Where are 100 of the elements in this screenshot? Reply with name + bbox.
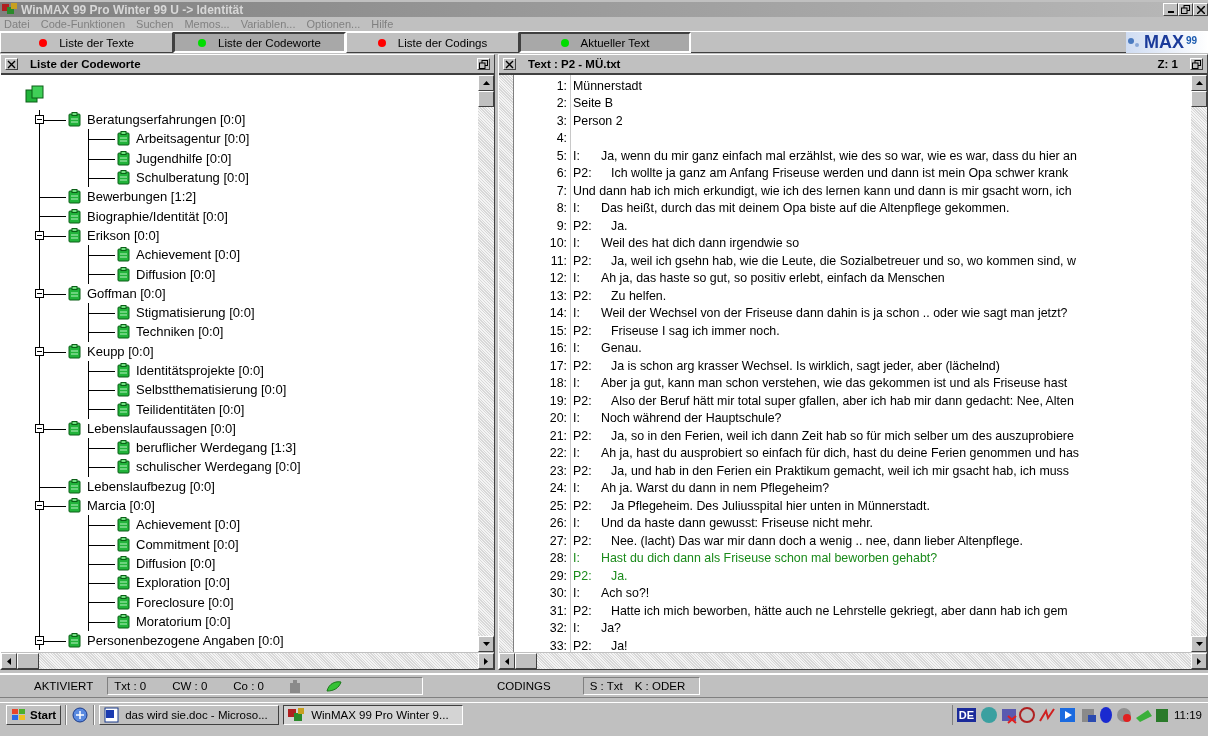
status-text: CODINGS <box>496 680 552 692</box>
collapse-toggle[interactable] <box>35 346 44 356</box>
code-label[interactable]: Foreclosure [0:0] <box>136 594 234 610</box>
down-arrow-icon[interactable] <box>1195 642 1203 646</box>
code-label[interactable]: Exploration [0:0] <box>136 575 230 591</box>
transcript-text: Seite B <box>573 96 613 111</box>
language-indicator[interactable]: DE <box>956 708 977 722</box>
restore-button[interactable] <box>1178 3 1193 16</box>
minimize-button[interactable] <box>1163 3 1178 16</box>
minimize-icon <box>1167 11 1174 13</box>
up-arrow-icon[interactable] <box>1195 81 1203 85</box>
panel-title: Text : P2 - MÜ.txt <box>528 58 622 70</box>
view-tab[interactable]: Liste der Codings <box>346 32 519 53</box>
line-number: 25: <box>548 498 567 513</box>
restore-panel-button[interactable] <box>477 58 490 70</box>
view-tab[interactable]: Liste der Texte <box>0 32 173 53</box>
speaker-label: P2: <box>573 428 593 443</box>
code-icon <box>117 305 130 321</box>
code-icon <box>117 594 130 610</box>
transcript-text: Person 2 <box>573 113 623 128</box>
code-label[interactable]: Arbeitsagentur [0:0] <box>136 131 250 147</box>
code-label[interactable]: beruflicher Werdegang [1:3] <box>136 440 297 456</box>
code-icon <box>117 536 130 552</box>
code-label[interactable]: Diffusion [0:0] <box>136 555 216 571</box>
status-text: K : ODER <box>634 680 686 692</box>
collapse-toggle[interactable] <box>35 636 44 645</box>
speaker-label: I: <box>573 306 581 321</box>
code-icon <box>68 478 81 494</box>
code-label[interactable]: Commitment [0:0] <box>136 536 239 552</box>
line-number: 13: <box>548 288 567 303</box>
code-label[interactable]: Keupp [0:0] <box>87 343 154 359</box>
speaker-label: I: <box>573 551 581 566</box>
scroll-thumb[interactable] <box>17 653 39 669</box>
line-number: 17: <box>548 358 567 373</box>
code-label[interactable]: Beratungserfahrungen [0:0] <box>87 112 246 128</box>
code-label[interactable]: Erikson [0:0] <box>87 227 160 243</box>
line-number: 10: <box>548 236 567 251</box>
speaker-label: I: <box>573 341 581 356</box>
close-panel-button[interactable] <box>5 58 18 70</box>
scroll-thumb[interactable] <box>515 653 537 669</box>
code-label[interactable]: Biographie/Identität [0:0] <box>87 208 228 224</box>
horizontal-scrollbar[interactable] <box>499 652 1207 669</box>
app-icon <box>2 3 18 16</box>
code-label[interactable]: Techniken [0:0] <box>136 324 224 340</box>
vertical-scrollbar[interactable] <box>478 75 494 652</box>
scroll-thumb[interactable] <box>478 91 494 107</box>
collapse-toggle[interactable] <box>35 423 44 433</box>
right-arrow-icon[interactable] <box>484 657 488 665</box>
code-label[interactable]: Stigmatisierung [0:0] <box>136 305 255 321</box>
code-label[interactable]: Schulberatung [0:0] <box>136 170 249 186</box>
start-button[interactable]: Start <box>6 705 62 725</box>
code-label[interactable]: Marcia [0:0] <box>87 498 155 514</box>
line-number: 15: <box>548 323 567 338</box>
document-icon <box>104 707 121 723</box>
code-label[interactable]: Lebenslaufbezug [0:0] <box>87 478 215 494</box>
taskbar-button[interactable]: WinMAX 99 Pro Winter 9... <box>283 705 464 725</box>
vertical-scrollbar[interactable] <box>1191 75 1207 652</box>
speaker-label: I: <box>573 516 581 531</box>
up-arrow-icon[interactable] <box>482 81 490 85</box>
transcript-text: Ah ja, hast du ausprobiert so einfach für dich, hast du deine Ferien genommen und has <box>601 446 1080 461</box>
transcript-text: Ja, so in den Ferien, weil ich dann Zeit hab so für mich selber um des auszuprobiere <box>611 428 1074 443</box>
code-icon <box>117 266 130 282</box>
right-arrow-icon[interactable] <box>1197 657 1201 665</box>
code-icon <box>117 401 130 417</box>
line-number: 23: <box>548 463 567 478</box>
line-number: 19: <box>548 393 567 408</box>
code-label[interactable]: Selbstthematisierung [0:0] <box>136 382 287 398</box>
code-label[interactable]: Teilidentitäten [0:0] <box>136 401 245 417</box>
close-button[interactable] <box>1193 3 1208 16</box>
taskbar-button[interactable]: das wird sie.doc - Microso... <box>99 705 280 725</box>
left-arrow-icon[interactable] <box>505 657 509 665</box>
scroll-thumb[interactable] <box>1191 91 1207 107</box>
code-label[interactable]: Identitätsprojekte [0:0] <box>136 363 264 378</box>
code-label[interactable]: Achievement [0:0] <box>136 517 241 533</box>
speaker-label: P2: <box>573 603 593 618</box>
down-arrow-icon[interactable] <box>482 642 490 646</box>
code-label[interactable]: schulischer Werdegang [0:0] <box>136 459 301 475</box>
view-tab[interactable]: Aktueller Text <box>519 32 691 53</box>
code-label[interactable]: Moratorium [0:0] <box>136 613 231 629</box>
code-label[interactable]: Goffman [0:0] <box>87 285 166 301</box>
code-icon <box>68 208 81 224</box>
code-label[interactable]: Jugendhilfe [0:0] <box>136 150 232 166</box>
code-label[interactable]: Achievement [0:0] <box>136 247 241 263</box>
close-panel-button[interactable] <box>503 58 516 70</box>
horizontal-scrollbar[interactable] <box>1 652 494 669</box>
code-folder-icon <box>25 85 45 103</box>
collapse-toggle[interactable] <box>35 115 44 124</box>
collapse-toggle[interactable] <box>35 500 44 510</box>
code-label[interactable]: Lebenslaufaussagen [0:0] <box>87 420 236 436</box>
collapse-toggle[interactable] <box>35 288 44 298</box>
code-label[interactable]: Bewerbungen [1:2] <box>87 189 197 205</box>
code-label[interactable]: Personenbezogene Angaben [0:0] <box>87 633 284 649</box>
left-arrow-icon[interactable] <box>7 657 11 665</box>
view-tab[interactable]: Liste der Codeworte <box>173 32 346 53</box>
line-position: Z: 1 <box>1157 58 1178 70</box>
collapse-toggle[interactable] <box>35 230 44 240</box>
code-label[interactable]: Diffusion [0:0] <box>136 266 216 282</box>
window-title: WinMAX 99 Pro Winter 99 U -> Identität <box>21 2 245 17</box>
transcript-text: Ja? <box>601 621 621 636</box>
restore-panel-button[interactable] <box>1190 58 1203 70</box>
